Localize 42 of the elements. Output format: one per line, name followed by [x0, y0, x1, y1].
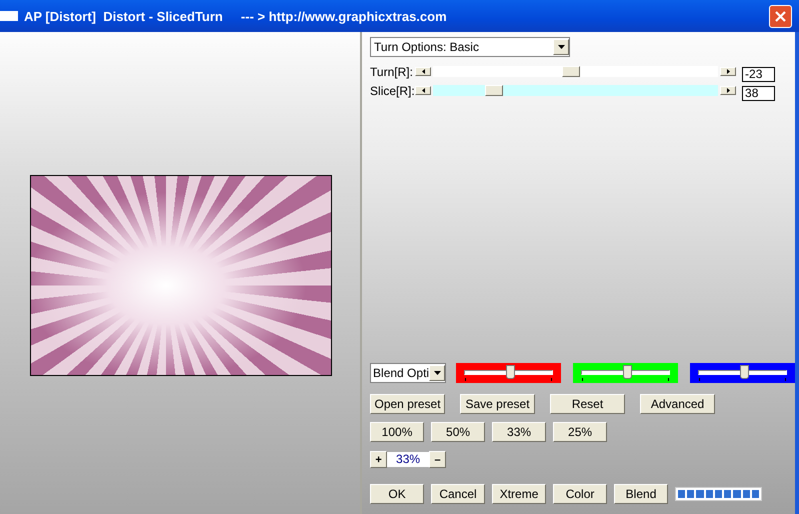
value-field[interactable]: 38	[742, 86, 776, 100]
preset-button[interactable]: Advanced	[640, 394, 716, 414]
dropdown-arrow-icon	[558, 45, 565, 49]
scroll-right-button[interactable]	[720, 67, 736, 76]
color-slider[interactable]	[690, 363, 796, 383]
slider-label: Turn[R]:	[370, 64, 414, 78]
slider-thumb[interactable]	[622, 365, 632, 379]
zoom-button[interactable]: 50%	[431, 422, 486, 442]
preset-button[interactable]: Reset	[550, 394, 626, 414]
window-title: AP [Distort] Distort - SlicedTurn --- > http://www.graphicxtras.com	[24, 8, 448, 24]
right-arrow-icon	[726, 69, 730, 74]
left-arrow-icon	[422, 69, 425, 74]
action-button[interactable]: Cancel	[431, 484, 486, 504]
close-icon	[774, 10, 787, 22]
zoom-button[interactable]: 33%	[492, 422, 546, 442]
zoom-out-button[interactable]: –	[429, 451, 446, 468]
color-slider[interactable]	[456, 363, 562, 383]
zoom-button[interactable]: 100%	[370, 422, 424, 442]
scroll-right-button[interactable]	[720, 86, 736, 95]
scroll-left-button[interactable]	[415, 86, 432, 95]
right-arrow-icon	[726, 88, 730, 93]
value-field[interactable]: -23	[742, 66, 776, 82]
color-slider[interactable]	[573, 363, 678, 383]
dropdown-arrow-icon	[434, 371, 441, 375]
options-dropdown[interactable]: Turn Options: Basic	[370, 37, 570, 57]
preset-button[interactable]: Save preset	[460, 394, 536, 414]
action-button[interactable]: OK	[370, 484, 424, 504]
window-icon	[0, 11, 18, 21]
action-button[interactable]: Blend	[614, 484, 668, 504]
action-button[interactable]: Xtreme	[492, 484, 546, 504]
zoom-in-button[interactable]: +	[370, 451, 388, 468]
action-button[interactable]: Color	[553, 484, 608, 504]
close-button[interactable]	[769, 4, 792, 28]
blend-options-dropdown[interactable]: Blend Opti	[370, 363, 446, 383]
slider-label: Slice[R]:	[370, 84, 416, 98]
left-arrow-icon	[422, 88, 425, 93]
slider-thumb[interactable]	[506, 365, 515, 379]
slider-thumb[interactable]	[740, 365, 749, 379]
preset-button[interactable]: Open preset	[370, 394, 446, 414]
zoom-button[interactable]: 25%	[553, 422, 608, 442]
zoom-field[interactable]: 33%	[387, 452, 430, 467]
scroll-left-button[interactable]	[415, 67, 432, 76]
